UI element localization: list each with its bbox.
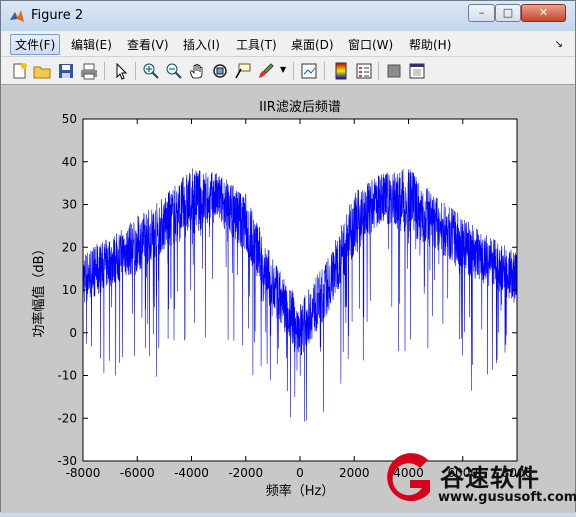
toolbar-separator	[324, 62, 325, 80]
matlab-icon	[10, 10, 24, 22]
y-tick-label: -10	[57, 369, 77, 383]
zoom-out-icon[interactable]	[165, 62, 183, 80]
colorbar-icon[interactable]	[332, 62, 350, 80]
menu-insert[interactable]: 插入(I)	[183, 36, 220, 53]
window-title: Figure 2	[31, 8, 84, 23]
menu-file[interactable]: 文件(F)	[10, 34, 61, 55]
zoom-in-icon[interactable]	[142, 62, 160, 80]
hide-plot-tools-icon[interactable]	[385, 62, 403, 80]
x-tick-label: -4000	[174, 466, 209, 480]
save-icon[interactable]	[57, 62, 75, 80]
minimize-button[interactable]: –	[468, 4, 495, 22]
x-axis-label: 频率（Hz）	[266, 483, 335, 499]
y-tick-label: -20	[57, 411, 77, 425]
open-file-icon[interactable]	[33, 62, 51, 80]
figure-canvas: -8000 -6000 -4000 -2000 0 2000 4000 6000 8000 -30…	[1, 85, 575, 513]
close-button[interactable]: ✕	[521, 4, 566, 22]
select-arrow-icon[interactable]	[112, 62, 130, 80]
toolbar-separator	[135, 62, 136, 80]
y-tick-label: 30	[62, 198, 77, 212]
y-tick-label: 20	[62, 240, 77, 254]
toolbar-separator	[293, 62, 294, 80]
legend-icon[interactable]	[355, 62, 373, 80]
maximize-button[interactable]: □	[495, 4, 521, 22]
title-bar[interactable]: Figure 2 – □ ✕	[1, 1, 575, 31]
y-tick-label: 40	[62, 155, 77, 169]
toolbar-separator	[104, 62, 105, 80]
gusu-logo-icon	[387, 453, 430, 502]
x-tick-label: -8000	[66, 466, 101, 480]
chart-title: IIR滤波后频谱	[259, 100, 341, 115]
menu-help[interactable]: 帮助(H)	[409, 36, 451, 53]
menu-tools[interactable]: 工具(T)	[236, 36, 277, 53]
data-cursor-icon[interactable]	[234, 62, 252, 80]
menu-bar: 文件(F) 编辑(E) 查看(V) 插入(I) 工具(T) 桌面(D) 窗口(W…	[1, 31, 575, 57]
y-tick-label: 10	[62, 283, 77, 297]
brush-icon[interactable]	[257, 62, 275, 80]
menu-overflow-icon[interactable]: ↘	[555, 39, 563, 50]
show-plot-tools-icon[interactable]	[408, 62, 426, 80]
y-tick-label: -30	[57, 454, 77, 468]
x-tick-label: 2000	[339, 466, 370, 480]
print-icon[interactable]	[80, 62, 98, 80]
watermark-url: www.gususoft.com	[438, 490, 576, 505]
watermark-text: 谷速软件	[440, 464, 540, 492]
menu-desktop[interactable]: 桌面(D)	[291, 36, 334, 53]
spectrum-chart[interactable]: -8000 -6000 -4000 -2000 0 2000 4000 6000 8000-30…	[1, 85, 575, 513]
pan-hand-icon[interactable]	[188, 62, 206, 80]
link-plot-icon[interactable]	[300, 62, 318, 80]
y-axis-label: 功率幅值（dB）	[31, 242, 47, 337]
x-tick-label: -6000	[120, 466, 155, 480]
new-figure-icon[interactable]	[11, 62, 29, 80]
x-tick-label: -2000	[228, 466, 263, 480]
toolbar: ▼	[1, 57, 575, 85]
menu-window[interactable]: 窗口(W)	[348, 36, 393, 53]
y-tick-label: 50	[62, 112, 77, 126]
watermark: 谷速软件 www.gususoft.com	[378, 452, 576, 512]
y-tick-label: 0	[69, 326, 77, 340]
brush-dropdown-icon[interactable]: ▼	[280, 65, 286, 74]
figure-window: Figure 2 – □ ✕ 文件(F) 编辑(E) 查看(V) 插入(I) 工…	[0, 0, 576, 513]
menu-view[interactable]: 查看(V)	[127, 36, 169, 53]
rotate-3d-icon[interactable]	[211, 62, 229, 80]
x-tick-label: 0	[296, 466, 304, 480]
toolbar-separator	[378, 62, 379, 80]
menu-edit[interactable]: 编辑(E)	[71, 36, 112, 53]
